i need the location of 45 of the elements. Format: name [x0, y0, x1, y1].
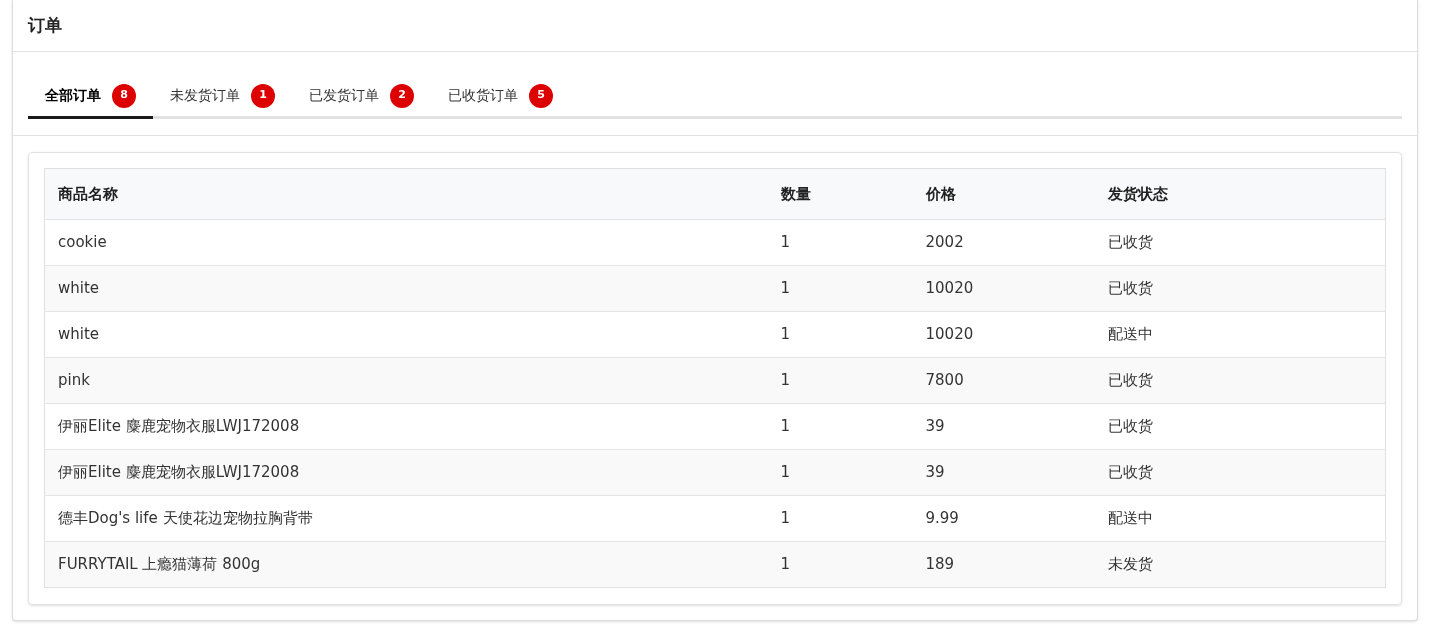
- table-cell: 39: [912, 449, 1095, 496]
- table-cell: cookie: [44, 219, 768, 266]
- table-cell: FURRYTAIL 上瘾猫薄荷 800g: [44, 541, 768, 588]
- count-badge: 2: [390, 83, 414, 108]
- order-tab[interactable]: 全部订单 8: [28, 75, 153, 119]
- column-header: 价格: [912, 168, 1095, 220]
- table-cell: 1: [767, 219, 913, 266]
- table-cell: 39: [912, 403, 1095, 450]
- order-tab[interactable]: 已发货订单 2: [292, 75, 431, 119]
- table-cell: 已收货: [1094, 449, 1386, 496]
- table-cell: 已收货: [1094, 219, 1386, 266]
- table-cell: 1: [767, 311, 913, 358]
- order-tab[interactable]: 未发货订单 1: [153, 75, 292, 119]
- table-cell: 9.99: [912, 495, 1095, 542]
- table-cell: white: [44, 265, 768, 312]
- table-cell: 已收货: [1094, 265, 1386, 312]
- table-cell: 1: [767, 403, 913, 450]
- table-cell: 已收货: [1094, 403, 1386, 450]
- column-header: 数量: [767, 168, 913, 220]
- table-cell: 1: [767, 541, 913, 588]
- count-badge: 1: [251, 83, 275, 108]
- count-badge: 5: [529, 83, 553, 108]
- table-cell: 189: [912, 541, 1095, 588]
- order-tab[interactable]: 已收货订单 5: [431, 75, 570, 119]
- column-header: 发货状态: [1094, 168, 1386, 220]
- table-cell: 10020: [912, 311, 1095, 358]
- table-cell: 10020: [912, 265, 1095, 312]
- table-cell: 2002: [912, 219, 1095, 266]
- column-header: 商品名称: [44, 168, 768, 220]
- table-cell: 1: [767, 357, 913, 404]
- table-cell: 伊丽Elite 麋鹿宠物衣服LWJ172008: [44, 403, 768, 450]
- table-cell: pink: [44, 357, 768, 404]
- table-cell: white: [44, 311, 768, 358]
- table-cell: 7800: [912, 357, 1095, 404]
- page-title: 订单: [28, 13, 62, 37]
- table-cell: 1: [767, 265, 913, 312]
- table-cell: 配送中: [1094, 495, 1386, 542]
- table-cell: 1: [767, 495, 913, 542]
- table-cell: 配送中: [1094, 311, 1386, 358]
- table-cell: 未发货: [1094, 541, 1386, 588]
- count-badge: 8: [112, 83, 136, 108]
- table-cell: 伊丽Elite 麋鹿宠物衣服LWJ172008: [44, 449, 768, 496]
- table-cell: 德丰Dog's life 天使花边宠物拉胸背带: [44, 495, 768, 542]
- table-cell: 已收货: [1094, 357, 1386, 404]
- table-cell: 1: [767, 449, 913, 496]
